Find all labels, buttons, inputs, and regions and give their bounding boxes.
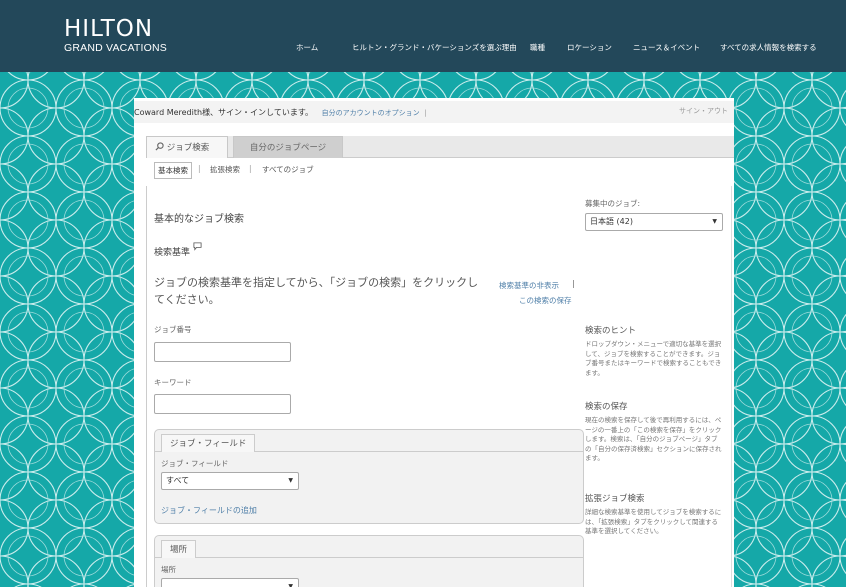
nav-job-types[interactable]: 職種 [530,42,545,53]
location-panel-tab[interactable]: 場所 [161,540,197,558]
nav-news-events[interactable]: ニュース＆イベント [633,42,700,53]
panel-divider [155,557,583,558]
advanced-search-heading: 拡張ジョブ検索 [585,494,645,504]
criteria-label: 検索基準 [154,242,202,258]
subtab-separator: | [198,164,201,173]
chevron-down-icon: ▼ [288,477,293,484]
tab-my-job-page[interactable]: 自分のジョブページ [233,136,343,158]
search-instruction: ジョブの検索基準を指定してから、「ジョブの検索」をクリックしてください。 [154,276,479,306]
subtab-basic-search[interactable]: 基本検索 [154,162,192,179]
speech-bubble-icon[interactable] [193,242,202,251]
welcome-text: Coward Meredith様、サイン・インしています。 [134,108,314,117]
location-panel: 場所 場所 ▼ [154,535,584,587]
account-options-link[interactable]: 自分のアカウントのオプション [322,109,420,117]
job-number-label: ジョブ番号 [154,325,192,334]
location-label: 場所 [161,565,176,574]
main-tabs: ジョブ検索 自分のジョブページ [146,136,734,158]
tips-heading: 検索のヒント [585,326,637,336]
page-title: 基本的なジョブ検索 [154,214,244,225]
account-separator: | [424,109,427,117]
location-select[interactable]: ▼ [161,578,299,587]
save-search-heading: 検索の保存 [585,402,628,412]
site-header: HILTON GRAND VACATIONS ホーム ヒルトン・グランド・バケー… [0,0,846,72]
save-search-link[interactable]: この検索の保存 [519,295,572,306]
job-search-card: Coward Meredith様、サイン・インしています。 自分のアカウントのオ… [134,98,734,587]
sign-out-link[interactable]: サイン・アウト [679,106,728,116]
nav-why-hilton[interactable]: ヒルトン・グランド・バケーションズを選ぶ理由 [352,42,517,53]
keyword-label: キーワード [154,378,192,387]
logo-main-text: HILTON [64,16,154,42]
sidebar-divider [731,186,732,587]
tab-my-job-page-label: 自分のジョブページ [249,143,327,153]
add-job-field-link[interactable]: ジョブ・フィールドの追加 [161,505,257,516]
subtab-advanced-search[interactable]: 拡張検索 [210,164,240,175]
language-select[interactable]: 日本語 (42) ▼ [585,213,723,231]
chevron-down-icon: ▼ [712,218,717,225]
recruiting-jobs-label: 募集中のジョブ: [585,199,641,208]
job-field-panel-tab[interactable]: ジョブ・フィールド [161,434,256,452]
subtab-all-jobs[interactable]: すべてのジョブ [262,164,314,175]
save-search-text: 現在の検索を保存して後で再利用するには、ページの一番上の「この検索を保存」をクリ… [585,416,722,462]
language-selected: 日本語 (42) [590,217,633,226]
job-number-input[interactable] [154,342,291,362]
chevron-down-icon: ▼ [288,583,293,587]
job-field-select[interactable]: すべて ▼ [161,472,299,490]
tips-text: ドロップダウン・メニューで適切な基準を選択して、ジョブを検索することができます。… [585,340,722,377]
link-separator: | [572,279,575,288]
subtab-separator: | [249,164,252,173]
tab-job-search-label: ジョブ検索 [166,143,210,153]
job-field-selected: すべて [166,476,190,485]
nav-locations[interactable]: ロケーション [567,42,612,53]
nav-search-all-jobs[interactable]: すべての求人情報を検索する [720,42,817,53]
job-field-label: ジョブ・フィールド [161,459,229,468]
search-icon [155,142,164,151]
job-field-panel: ジョブ・フィールド ジョブ・フィールド すべて ▼ ジョブ・フィールドの追加 [154,429,584,524]
nav-home[interactable]: ホーム [296,42,318,53]
main-nav: ホーム ヒルトン・グランド・バケーションズを選ぶ理由 職種 ロケーション ニュー… [0,42,846,54]
advanced-search-text: 詳細な検索基準を使用してジョブを検索するには、「拡張検索」タブをクリックして関連… [585,508,722,535]
criteria-label-text: 検索基準 [154,248,191,258]
keyword-input[interactable] [154,394,291,414]
welcome-message: Coward Meredith様、サイン・インしています。 自分のアカウントのオ… [134,107,426,118]
tab-job-search[interactable]: ジョブ検索 [146,136,228,158]
hide-criteria-link[interactable]: 検索基準の非表示 [499,280,559,291]
